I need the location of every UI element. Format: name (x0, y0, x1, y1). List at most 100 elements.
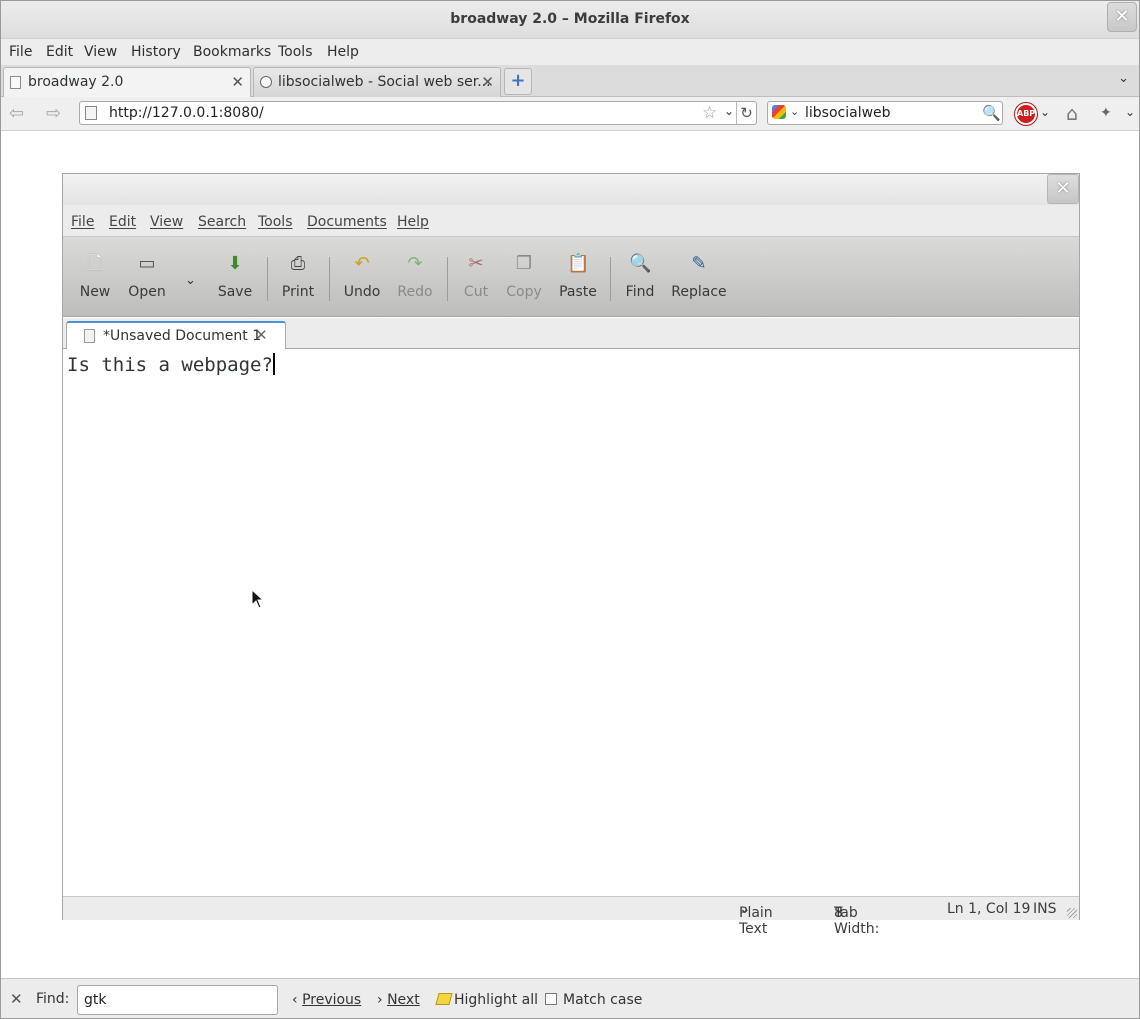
gedit-menu-edit[interactable]: Edit (109, 214, 136, 230)
url-history-chevron-down-icon[interactable]: ⌄ (724, 104, 734, 118)
magnifier-icon: 🔍 (629, 253, 652, 274)
open-folder-icon: ▭ (138, 253, 156, 274)
tab-close-icon[interactable]: ✕ (231, 73, 244, 91)
resize-grip-icon[interactable] (1067, 908, 1077, 918)
menu-view[interactable]: View (84, 44, 117, 60)
menu-bookmarks[interactable]: Bookmarks (193, 44, 271, 60)
adblock-icon[interactable]: ABP (1015, 103, 1037, 125)
find-input[interactable] (77, 985, 278, 1015)
gedit-menu-file[interactable]: File (71, 214, 94, 230)
search-bar[interactable]: ⌄ libsocialweb 🔍 (767, 101, 1003, 125)
redo-button[interactable]: ↷ Redo (385, 253, 445, 300)
tab-unsaved-document[interactable]: *Unsaved Document 1 ✕ (66, 321, 286, 350)
insert-mode: INS (1033, 901, 1057, 917)
text-caret (272, 353, 275, 375)
gedit-menu-tools[interactable]: Tools (258, 214, 293, 230)
document-tab-close-icon[interactable]: ✕ (255, 326, 268, 344)
find-bar: ✕ Find: ‹ Previous › Next Highlight all … (1, 978, 1139, 1018)
document-icon (84, 329, 95, 343)
document-tabstrip: *Unsaved Document 1 ✕ (63, 318, 1079, 350)
document-tab-label: *Unsaved Document 1 (103, 328, 262, 344)
new-button[interactable]: 🗋 New (65, 253, 125, 300)
language-selector[interactable]: Plain Text ⌄ (739, 901, 773, 937)
print-button[interactable]: ⎙ Print (268, 253, 328, 300)
replace-button[interactable]: ✎ Replace (669, 253, 729, 300)
gedit-toolbar: 🗋 New ▭ Open ⌄ ⬇ Save ⎙ Print ↶ Undo ↷ R… (63, 237, 1079, 317)
page-content: ✕ File Edit View Search Tools Documents … (1, 132, 1139, 978)
magnifier-icon[interactable]: 🔍 (982, 103, 1001, 123)
undo-arrow-icon: ↶ (354, 253, 370, 274)
tab-label: libsocialweb - Social web ser... (278, 74, 491, 90)
menu-file[interactable]: File (9, 44, 32, 60)
window-close-icon[interactable]: ✕ (1107, 2, 1137, 32)
find-replace-icon: ✎ (691, 253, 707, 274)
addon-icon[interactable]: ✦ (1100, 105, 1112, 121)
home-icon[interactable]: ⌂ (1066, 103, 1078, 125)
paste-button[interactable]: 📋 Paste (548, 253, 608, 300)
reload-icon[interactable]: ↻ (736, 102, 756, 124)
gedit-menu-view[interactable]: View (150, 214, 183, 230)
save-download-icon: ⬇ (227, 253, 243, 274)
firefox-window: broadway 2.0 – Mozilla Firefox ✕ File Ed… (0, 0, 1140, 1019)
scissors-icon: ✂ (468, 253, 484, 274)
forward-arrow-icon[interactable]: ⇨ (46, 103, 61, 124)
clipboard-icon: 📋 (567, 253, 590, 274)
tab-label: broadway 2.0 (28, 74, 124, 90)
menu-edit[interactable]: Edit (46, 44, 73, 60)
printer-icon: ⎙ (290, 253, 306, 274)
gedit-menu-documents[interactable]: Documents (307, 214, 387, 230)
highlighter-icon (435, 993, 453, 1005)
gedit-statusbar: Plain Text ⌄ Tab Width: 8 ⌄ Ln 1, Col 19… (63, 896, 1079, 937)
star-icon[interactable]: ☆ (702, 103, 717, 123)
editor-text: Is this a webpage? (67, 354, 273, 376)
search-input[interactable]: libsocialweb (805, 105, 891, 121)
firefox-menubar: File Edit View History Bookmarks Tools H… (1, 39, 1139, 65)
open-button[interactable]: ▭ Open (117, 253, 177, 300)
gedit-titlebar: ✕ (63, 174, 1079, 205)
adblock-chevron-down-icon[interactable]: ⌄ (1040, 105, 1050, 119)
redo-arrow-icon: ↷ (407, 253, 423, 274)
tab-width-selector[interactable]: Tab Width: 8 ⌄ (834, 901, 879, 937)
toolbar-separator (329, 257, 330, 301)
open-recent-chevron-down-icon[interactable]: ⌄ (185, 273, 196, 288)
undo-button[interactable]: ↶ Undo (332, 253, 392, 300)
gedit-menubar: File Edit View Search Tools Documents He… (63, 205, 1079, 237)
window-titlebar: broadway 2.0 – Mozilla Firefox ✕ (1, 1, 1139, 39)
copy-icon: ❐ (515, 253, 533, 274)
gedit-menu-help[interactable]: Help (397, 214, 429, 230)
cursor-position: Ln 1, Col 19 (947, 901, 1031, 917)
window-title: broadway 2.0 – Mozilla Firefox (450, 11, 690, 27)
gedit-close-icon[interactable]: ✕ (1047, 174, 1079, 204)
find-next-button[interactable]: › Next (377, 992, 420, 1008)
tab-close-icon[interactable]: ✕ (481, 73, 494, 91)
search-engine-icon[interactable] (772, 105, 786, 119)
find-previous-button[interactable]: ‹ Previous (292, 992, 361, 1008)
highlight-all-button[interactable]: Highlight all (435, 992, 538, 1008)
find-close-icon[interactable]: ✕ (10, 990, 23, 1008)
menu-tools[interactable]: Tools (278, 44, 313, 60)
tab-broadway[interactable]: broadway 2.0 ✕ (3, 67, 251, 98)
menu-history[interactable]: History (131, 44, 181, 60)
save-button[interactable]: ⬇ Save (205, 253, 265, 300)
find-label: Find: (36, 991, 70, 1007)
gedit-menu-search[interactable]: Search (198, 214, 246, 230)
text-editor[interactable]: Is this a webpage? (63, 349, 1079, 896)
site-favicon-icon (260, 76, 272, 88)
menu-help[interactable]: Help (327, 44, 359, 60)
copy-button[interactable]: ❐ Copy (494, 253, 554, 300)
find-button[interactable]: 🔍 Find (610, 253, 670, 300)
page-favicon-icon (10, 76, 21, 89)
back-arrow-icon[interactable]: ⇦ (9, 103, 24, 124)
match-case-checkbox[interactable]: Match case (545, 992, 642, 1008)
addon-chevron-down-icon[interactable]: ⌄ (1125, 105, 1135, 119)
tab-libsocialweb[interactable]: libsocialweb - Social web ser... ✕ (253, 67, 501, 97)
engine-chevron-down-icon[interactable]: ⌄ (790, 105, 799, 118)
page-icon (85, 106, 97, 120)
checkbox-icon (545, 993, 557, 1005)
tab-list-chevron-down-icon[interactable]: ⌄ (1118, 71, 1129, 86)
firefox-tabbar: broadway 2.0 ✕ libsocialweb - Social web… (1, 65, 1139, 98)
new-document-icon: 🗋 (87, 253, 103, 274)
url-bar[interactable]: http://127.0.0.1:8080/ ☆ ⌄ ↻ (79, 101, 757, 125)
url-text: http://127.0.0.1:8080/ (109, 105, 264, 121)
new-tab-plus-icon[interactable]: + (504, 68, 532, 95)
